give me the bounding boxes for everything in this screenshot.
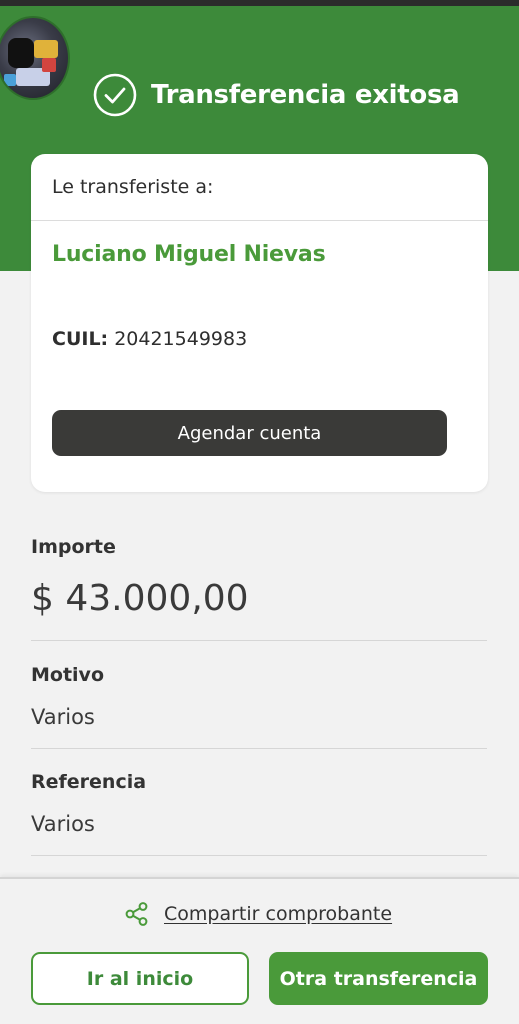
check-circle-icon	[93, 73, 137, 117]
cuil-value: 20421549983	[114, 328, 248, 350]
reference-value: Varios	[31, 812, 95, 836]
amount-value: $ 43.000,00	[31, 578, 249, 619]
recipient-card: Le transferiste a: Luciano Miguel Nievas…	[31, 154, 488, 492]
share-receipt-link[interactable]: Compartir comprobante	[124, 901, 392, 927]
title-row: Transferencia exitosa	[93, 72, 460, 118]
cuil-label: CUIL:	[52, 328, 109, 350]
reason-detail: Motivo Varios	[31, 664, 487, 749]
share-receipt-label[interactable]: Compartir comprobante	[164, 903, 392, 925]
avatar-image-part	[34, 40, 58, 58]
recipient-name: Luciano Miguel Nievas	[52, 242, 326, 267]
avatar-image-part	[42, 58, 56, 72]
action-footer: Compartir comprobante Ir al inicio Otra …	[0, 877, 519, 1024]
new-transfer-button[interactable]: Otra transferencia	[269, 952, 488, 1005]
reason-value: Varios	[31, 705, 95, 729]
avatar-image-part	[8, 38, 34, 68]
page-title: Transferencia exitosa	[151, 80, 460, 110]
go-home-button[interactable]: Ir al inicio	[31, 952, 249, 1005]
recipient-cuil: CUIL: 20421549983	[52, 328, 247, 350]
amount-label: Importe	[31, 536, 116, 558]
recipient-card-heading: Le transferiste a:	[31, 154, 488, 221]
reference-label: Referencia	[31, 771, 147, 793]
avatar-image-part	[4, 74, 16, 86]
schedule-account-button[interactable]: Agendar cuenta	[52, 410, 447, 456]
reference-detail: Referencia Varios	[31, 771, 487, 856]
amount-detail: Importe $ 43.000,00	[31, 536, 487, 641]
share-icon	[125, 902, 148, 926]
reason-label: Motivo	[31, 664, 104, 686]
avatar[interactable]	[0, 16, 70, 100]
